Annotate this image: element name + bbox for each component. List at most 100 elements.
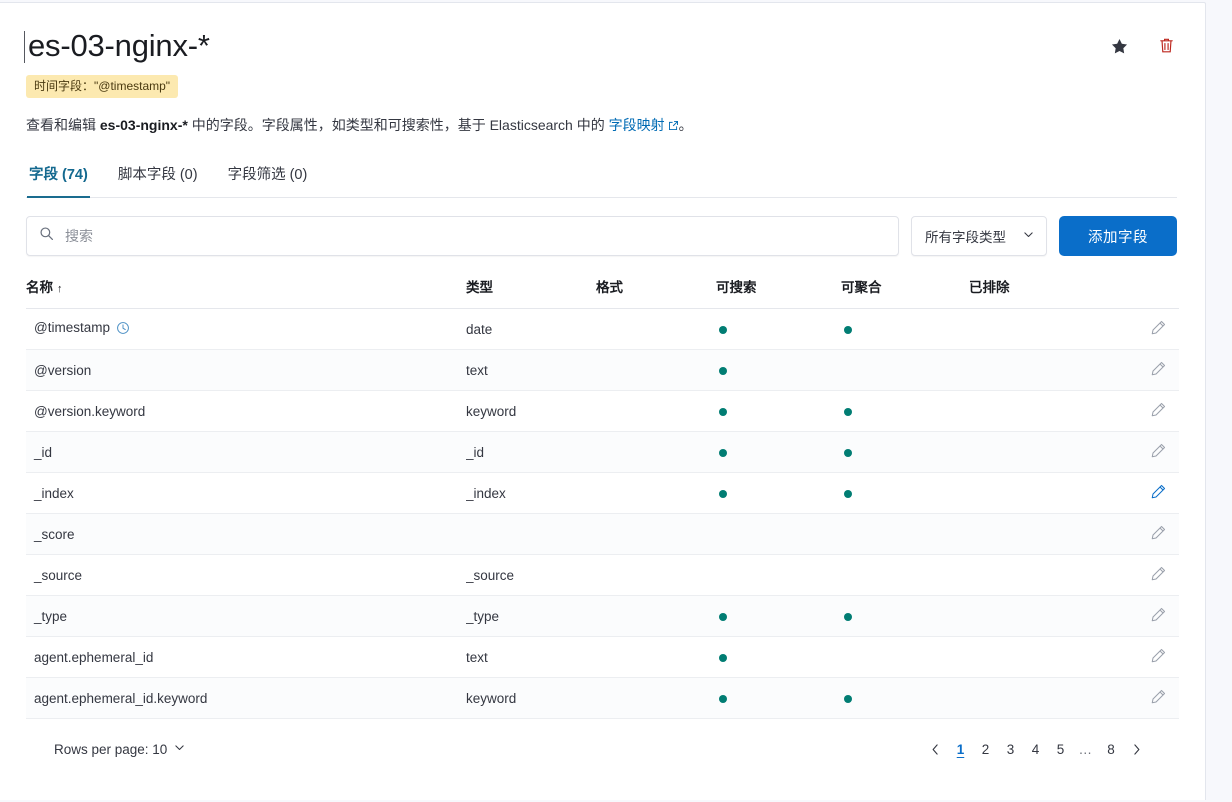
pagination-page-1[interactable]: 1 — [950, 737, 972, 761]
cell-field-type — [466, 513, 596, 555]
tab-source-filters[interactable]: 字段筛选 (0) — [226, 159, 310, 198]
edit-field-button[interactable] — [1150, 524, 1167, 541]
table-row[interactable]: @timestamp date — [26, 308, 1179, 350]
search-icon — [39, 226, 54, 246]
cell-actions[interactable] — [1089, 513, 1179, 555]
external-link-icon — [668, 115, 679, 137]
cell-searchable — [716, 472, 841, 514]
add-field-button[interactable]: 添加字段 — [1059, 216, 1177, 256]
column-header-format[interactable]: 格式 — [596, 272, 716, 309]
delete-button[interactable] — [1156, 35, 1177, 57]
column-header-aggregatable[interactable]: 可聚合 — [841, 272, 969, 309]
table-row[interactable]: @version.keyword keyword — [26, 390, 1179, 432]
column-header-actions — [1089, 272, 1179, 309]
column-header-type[interactable]: 类型 — [466, 272, 596, 309]
cell-excluded — [969, 595, 1089, 637]
column-header-excluded[interactable]: 已排除 — [969, 272, 1089, 309]
pagination: 1 2 3 4 5 … 8 — [925, 737, 1148, 761]
field-mapping-link[interactable]: 字段映射 — [609, 117, 679, 133]
fields-table-wrapper: 名称 ↑ 类型 格式 可搜索 可聚合 已排除 @timestamp date @v… — [0, 256, 1205, 761]
cell-searchable — [716, 390, 841, 432]
edit-field-button[interactable] — [1150, 647, 1167, 664]
cell-actions[interactable] — [1089, 390, 1179, 432]
table-row[interactable]: agent.ephemeral_id text — [26, 636, 1179, 678]
toolbar: 所有字段类型 添加字段 — [0, 198, 1205, 256]
table-row[interactable]: @version text — [26, 349, 1179, 391]
cell-actions[interactable] — [1089, 554, 1179, 596]
edit-field-button[interactable] — [1150, 565, 1167, 582]
edit-field-button[interactable] — [1150, 688, 1167, 705]
status-dot — [719, 448, 727, 457]
status-dot — [719, 325, 727, 334]
cell-field-format — [596, 554, 716, 596]
edit-field-button[interactable] — [1150, 319, 1167, 336]
status-dot — [719, 612, 727, 621]
cell-field-format — [596, 431, 716, 473]
star-icon — [1111, 38, 1128, 58]
edit-field-button[interactable] — [1150, 401, 1167, 418]
edit-field-button[interactable] — [1150, 606, 1167, 623]
status-dot — [844, 489, 852, 498]
cell-excluded — [969, 636, 1089, 678]
cell-aggregatable — [841, 677, 969, 719]
tab-bar: 字段 (74) 脚本字段 (0) 字段筛选 (0) — [26, 159, 1177, 198]
table-row[interactable]: agent.ephemeral_id.keyword keyword — [26, 677, 1179, 719]
cell-actions[interactable] — [1089, 308, 1179, 350]
pagination-page-3[interactable]: 3 — [1000, 737, 1022, 761]
cell-field-type: text — [466, 636, 596, 678]
cell-field-name: @version — [26, 349, 466, 391]
cell-field-name: _type — [26, 595, 466, 637]
edit-field-button[interactable] — [1150, 360, 1167, 377]
edit-field-button[interactable] — [1150, 442, 1167, 459]
rows-per-page-label: Rows per page: 10 — [54, 741, 168, 757]
cell-actions[interactable] — [1089, 349, 1179, 391]
cell-actions[interactable] — [1089, 431, 1179, 473]
description-middle: 中的字段。字段属性，如类型和可搜索性，基于 Elasticsearch 中的 — [187, 117, 609, 133]
pagination-prev-button[interactable] — [925, 737, 947, 761]
cell-searchable — [716, 308, 841, 350]
description-index-name: es-03-nginx-* — [99, 117, 188, 133]
table-row[interactable]: _type _type — [26, 595, 1179, 637]
search-box[interactable] — [26, 216, 899, 256]
cell-field-format — [596, 513, 716, 555]
tab-fields[interactable]: 字段 (74) — [27, 159, 90, 198]
cell-field-format — [596, 595, 716, 637]
tab-scripted-fields[interactable]: 脚本字段 (0) — [116, 159, 200, 198]
column-header-name[interactable]: 名称 ↑ — [26, 272, 466, 309]
rows-per-page-selector[interactable]: Rows per page: 10 — [54, 741, 186, 757]
index-pattern-panel: es-03-nginx-* 时间字段："@timestamp" 查看和编辑 es… — [0, 2, 1206, 800]
page-description: 查看和编辑 es-03-nginx-* 中的字段。字段属性，如类型和可搜索性，基… — [26, 114, 1177, 137]
cell-aggregatable — [841, 636, 969, 678]
cell-field-format — [596, 308, 716, 350]
status-dot — [719, 653, 727, 662]
edit-field-button[interactable] — [1150, 483, 1167, 500]
table-row[interactable]: _source _source — [26, 554, 1179, 596]
status-dot — [719, 366, 727, 375]
pagination-page-5[interactable]: 5 — [1050, 737, 1072, 761]
column-header-searchable[interactable]: 可搜索 — [716, 272, 841, 309]
search-input[interactable] — [63, 227, 886, 245]
cell-actions[interactable] — [1089, 595, 1179, 637]
pagination-page-2[interactable]: 2 — [975, 737, 997, 761]
description-prefix: 查看和编辑 — [26, 117, 100, 133]
pagination-page-8[interactable]: 8 — [1100, 737, 1122, 761]
favorite-button[interactable] — [1109, 36, 1130, 57]
cell-actions[interactable] — [1089, 677, 1179, 719]
cell-searchable — [716, 349, 841, 391]
cell-actions[interactable] — [1089, 636, 1179, 678]
pagination-page-4[interactable]: 4 — [1025, 737, 1047, 761]
cell-excluded — [969, 677, 1089, 719]
trash-icon — [1158, 38, 1175, 58]
fields-table: 名称 ↑ 类型 格式 可搜索 可聚合 已排除 @timestamp date @v… — [26, 272, 1179, 719]
status-dot — [844, 694, 852, 703]
field-type-select[interactable]: 所有字段类型 — [911, 216, 1047, 256]
table-row[interactable]: _score — [26, 513, 1179, 555]
table-row[interactable]: _id _id — [26, 431, 1179, 473]
cell-searchable — [716, 677, 841, 719]
pagination-next-button[interactable] — [1125, 737, 1147, 761]
cell-aggregatable — [841, 554, 969, 596]
cell-field-type: date — [466, 308, 596, 350]
cell-field-type: keyword — [466, 390, 596, 432]
cell-actions[interactable] — [1089, 472, 1179, 514]
table-row[interactable]: _index _index — [26, 472, 1179, 514]
